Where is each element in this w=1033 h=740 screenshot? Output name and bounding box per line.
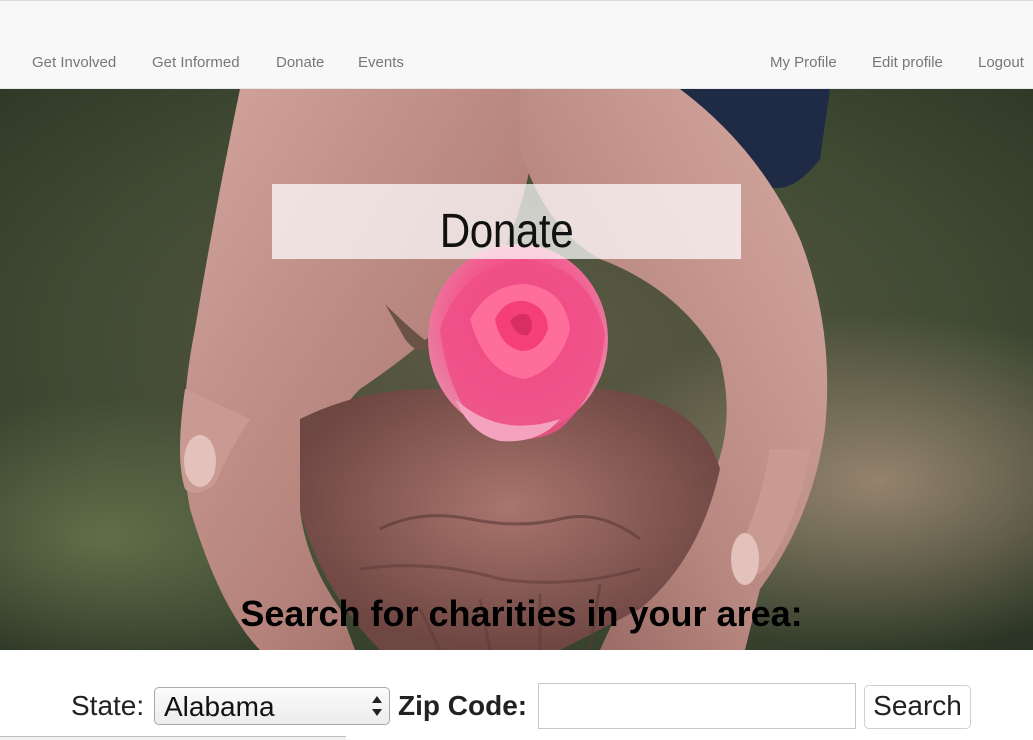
page-title: Donate bbox=[439, 205, 574, 258]
nav-get-involved[interactable]: Get Involved bbox=[32, 54, 116, 71]
hero-section: Donate Search for charities in your area… bbox=[0, 89, 1033, 650]
navbar: Get Involved Get Informed Donate Events … bbox=[0, 0, 1033, 89]
state-label: State: bbox=[71, 690, 145, 721]
bottom-scrollbar[interactable] bbox=[0, 736, 346, 740]
zip-code-input[interactable] bbox=[538, 683, 856, 729]
select-arrows-icon bbox=[372, 696, 382, 716]
nav-logout[interactable]: Logout bbox=[978, 54, 1024, 71]
hero-image bbox=[0, 89, 1033, 650]
nav-my-profile[interactable]: My Profile bbox=[770, 54, 837, 71]
nav-events[interactable]: Events bbox=[358, 54, 404, 71]
search-heading: Search for charities in your area: bbox=[240, 593, 803, 634]
nav-donate[interactable]: Donate bbox=[276, 54, 324, 71]
nav-get-informed[interactable]: Get Informed bbox=[152, 54, 240, 71]
state-select[interactable]: Alabama bbox=[154, 687, 390, 725]
state-selected-value: Alabama bbox=[164, 691, 275, 722]
nav-edit-profile[interactable]: Edit profile bbox=[872, 54, 943, 71]
charity-search-form: State: Alabama Zip Code: Search bbox=[0, 650, 1033, 739]
zip-code-label: Zip Code: bbox=[398, 690, 528, 721]
search-button[interactable]: Search bbox=[864, 685, 971, 729]
donate-banner: Donate bbox=[272, 184, 741, 259]
